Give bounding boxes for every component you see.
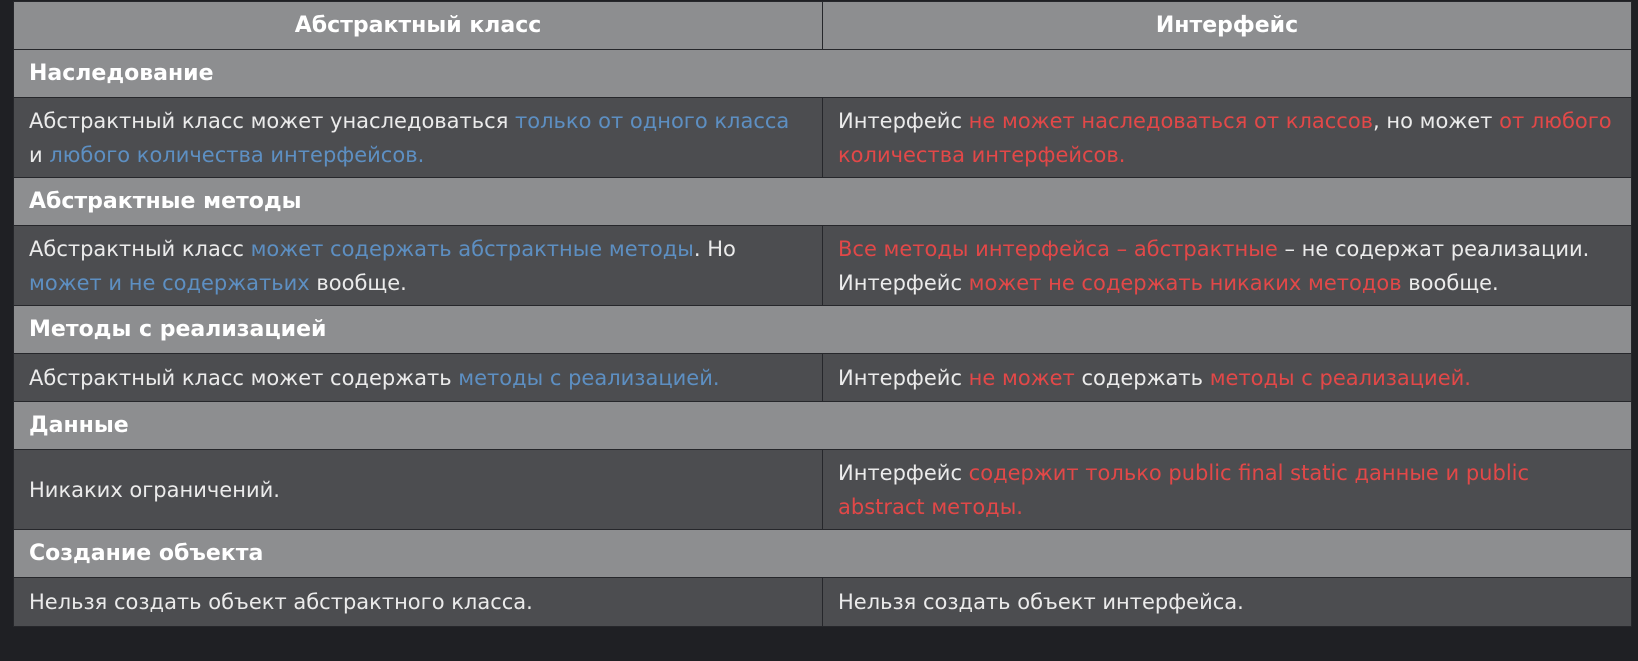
abstract-class-cell: Никаких ограничений.: [13, 449, 823, 530]
cell-text: Абстрактный класс может содержать: [29, 365, 459, 390]
abstract-class-cell: Нельзя создать объект абстрактного класс…: [13, 577, 823, 627]
interface-cell: Нельзя создать объект интерфейса.: [822, 577, 1632, 627]
cell-text: Интерфейс: [838, 108, 969, 133]
header-abstract-class: Абстрактный класс: [13, 1, 823, 50]
comparison-table: Абстрактный класс Интерфейс Наследование…: [13, 1, 1632, 627]
highlight-text: только от одного класса: [515, 108, 790, 133]
section-row-data: Данные: [13, 401, 1632, 450]
section-title: Данные: [13, 401, 1632, 450]
section-title: Методы с реализацией: [13, 305, 1632, 354]
section-row-implemented-methods: Методы с реализацией: [13, 305, 1632, 354]
cell-text: вообще.: [1401, 270, 1499, 295]
interface-cell: Все методы интерфейса – абстрактные – не…: [822, 225, 1632, 306]
table-row: Нельзя создать объект абстрактного класс…: [13, 577, 1632, 627]
table-row: Абстрактный класс может содержать методы…: [13, 353, 1632, 402]
abstract-class-cell: Абстрактный класс может содержать методы…: [13, 353, 823, 402]
cell-text: Нельзя создать объект абстрактного класс…: [29, 590, 533, 614]
highlight-text: не может наследоваться от классов: [968, 108, 1374, 133]
cell-text: Интерфейс: [838, 460, 969, 485]
cell-text: вообще.: [309, 270, 407, 295]
highlight-text: может и не содержатьих: [29, 270, 310, 295]
header-interface: Интерфейс: [822, 1, 1632, 50]
cell-text: Абстрактный класс: [29, 236, 251, 261]
cell-text: . Но: [693, 236, 736, 261]
interface-cell: Интерфейс не может содержать методы с ре…: [822, 353, 1632, 402]
section-title: Наследование: [13, 49, 1632, 98]
cell-text: Абстрактный класс может унаследоваться: [29, 108, 516, 133]
cell-text: , но может: [1373, 108, 1500, 133]
abstract-class-cell: Абстрактный класс может содержать абстра…: [13, 225, 823, 306]
table-row: Абстрактный класс может содержать абстра…: [13, 225, 1632, 306]
highlight-text: методы с реализацией.: [458, 365, 720, 390]
highlight-text: методы с реализацией.: [1209, 365, 1471, 390]
abstract-class-cell: Абстрактный класс может унаследоваться т…: [13, 97, 823, 178]
highlight-text: не может: [968, 365, 1075, 390]
interface-cell: Интерфейс не может наследоваться от клас…: [822, 97, 1632, 178]
highlight-text: Все методы интерфейса – абстрактные: [838, 236, 1278, 261]
section-row-inheritance: Наследование: [13, 49, 1632, 98]
highlight-text: может не содержать никаких методов: [968, 270, 1402, 295]
highlight-text: любого количества интерфейсов.: [49, 142, 425, 167]
cell-text: Нельзя создать объект интерфейса.: [838, 590, 1244, 614]
table-row: Никаких ограничений. Интерфейс содержит …: [13, 449, 1632, 530]
highlight-text: может содержать абстрактные методы: [250, 236, 694, 261]
cell-text: и: [29, 142, 50, 167]
table-row: Абстрактный класс может унаследоваться т…: [13, 97, 1632, 178]
table-header-row: Абстрактный класс Интерфейс: [13, 1, 1632, 50]
cell-text: содержать: [1074, 365, 1210, 390]
cell-text: Никаких ограничений.: [29, 477, 280, 502]
section-title: Абстрактные методы: [13, 177, 1632, 226]
section-row-abstract-methods: Абстрактные методы: [13, 177, 1632, 226]
section-title: Создание объекта: [13, 529, 1632, 578]
interface-cell: Интерфейс содержит только public final s…: [822, 449, 1632, 530]
cell-text: Интерфейс: [838, 365, 969, 390]
section-row-object-creation: Создание объекта: [13, 529, 1632, 578]
